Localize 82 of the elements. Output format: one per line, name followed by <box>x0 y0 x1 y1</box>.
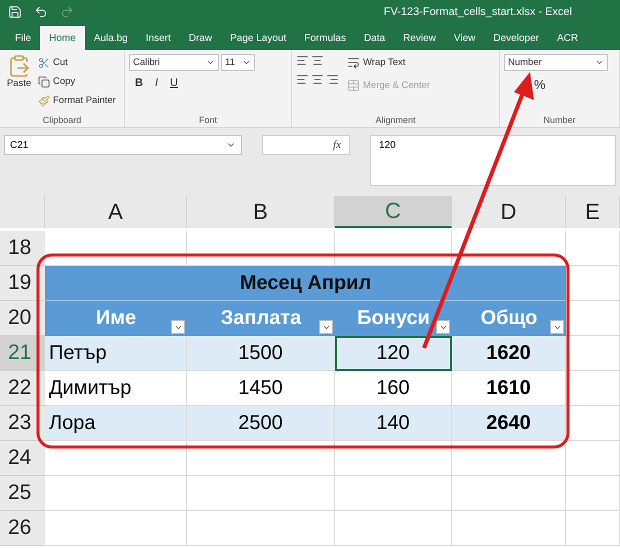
filter-button[interactable] <box>171 320 185 334</box>
row-header[interactable]: 23 <box>0 406 45 441</box>
row-header[interactable]: 19 <box>0 266 45 301</box>
table-cell[interactable]: 160 <box>335 371 452 406</box>
undo-icon <box>34 5 48 19</box>
ribbon-tab[interactable]: Home <box>40 26 85 50</box>
formula-field[interactable]: 120 <box>370 135 616 186</box>
insert-function-button[interactable]: fx <box>333 139 341 151</box>
ribbon-tab[interactable]: Developer <box>484 26 548 50</box>
table-cell[interactable]: 1620 <box>452 336 566 371</box>
number-format-field[interactable]: Number <box>504 54 608 71</box>
dropdown-icon <box>595 58 604 67</box>
ribbon-tab[interactable]: Aula.bg <box>84 26 137 50</box>
ribbon-tab[interactable]: Review <box>394 26 445 50</box>
window-title: FV-123-Format_cells_start.xlsx - Excel <box>384 6 572 18</box>
ribbon-tab[interactable]: Page Layout <box>221 26 296 50</box>
scissors-icon <box>38 56 50 68</box>
group-label: Number <box>542 115 576 125</box>
copy-icon <box>38 76 50 88</box>
format-painter-button[interactable]: Format Painter <box>38 92 116 109</box>
wrap-text-button[interactable]: Wrap Text <box>347 54 430 71</box>
dropdown-icon <box>242 58 251 67</box>
italic-button[interactable]: I <box>154 77 158 89</box>
column-header[interactable]: A <box>45 196 187 228</box>
filter-button[interactable] <box>436 320 450 334</box>
ribbon-tab[interactable]: View <box>444 26 484 50</box>
row-header[interactable]: 25 <box>0 476 45 511</box>
table-cell[interactable]: 1610 <box>452 371 566 406</box>
underline-button[interactable]: U <box>170 77 178 89</box>
font-size-field[interactable]: 11 <box>221 54 255 71</box>
align-center-icon <box>311 73 324 86</box>
table-cell[interactable]: 140 <box>335 406 452 441</box>
filter-button[interactable] <box>319 320 333 334</box>
align-right-icon <box>326 73 339 86</box>
filter-button[interactable] <box>550 320 564 334</box>
row-header[interactable]: 22 <box>0 371 45 406</box>
paste-button[interactable]: Paste <box>4 54 34 115</box>
table-cell[interactable]: 1500 <box>187 336 335 371</box>
table-cell[interactable]: 1450 <box>187 371 335 406</box>
table-title: Месец Април <box>45 266 566 301</box>
table-cell[interactable]: Лора <box>45 406 187 441</box>
redo-icon <box>60 5 74 19</box>
column-header[interactable]: D <box>452 196 566 228</box>
ribbon-tab[interactable]: File <box>6 26 40 50</box>
bold-button[interactable]: B <box>135 77 143 89</box>
table-header: Общо <box>452 301 566 336</box>
copy-button[interactable]: Copy <box>38 73 116 90</box>
group-label: Alignment <box>374 115 417 125</box>
save-icon <box>8 5 22 19</box>
row-header[interactable]: 26 <box>0 511 45 546</box>
table-cell[interactable]: Димитър <box>45 371 187 406</box>
group-label: Font <box>198 115 218 125</box>
paste-icon <box>7 54 31 78</box>
name-box[interactable]: C21 <box>4 135 242 155</box>
align-left-icon <box>296 73 309 86</box>
paintbrush-icon <box>38 94 50 106</box>
row-header[interactable]: 21 <box>0 336 45 371</box>
table-header: Име <box>45 301 187 336</box>
table-cell[interactable]: 2640 <box>452 406 566 441</box>
row-header[interactable]: 20 <box>0 301 45 336</box>
table-cell[interactable]: 120 <box>335 336 452 371</box>
dropdown-icon <box>206 58 215 67</box>
ribbon-tab[interactable]: Formulas <box>295 26 355 50</box>
table-header: Бонуси <box>335 301 452 336</box>
table-cell[interactable]: 2500 <box>187 406 335 441</box>
merge-icon <box>347 79 360 92</box>
group-label: Clipboard <box>42 115 82 125</box>
row-header[interactable]: 18 <box>0 231 45 266</box>
wrap-text-icon <box>347 56 360 69</box>
column-header[interactable]: C <box>335 196 452 228</box>
table-header: Заплата <box>187 301 335 336</box>
cut-button[interactable]: Cut <box>38 54 116 71</box>
ribbon-tab[interactable]: Insert <box>136 26 180 50</box>
ribbon-tab[interactable]: ACR <box>548 26 588 50</box>
ribbon-tab[interactable]: Draw <box>180 26 222 50</box>
column-header[interactable]: B <box>187 196 335 228</box>
percent-button[interactable]: % <box>534 77 546 92</box>
table-cell[interactable]: Петър <box>45 336 187 371</box>
column-header[interactable]: E <box>566 196 620 228</box>
font-name-field[interactable]: Calibri <box>129 54 219 71</box>
row-header[interactable]: 24 <box>0 441 45 476</box>
ribbon-tab[interactable]: Data <box>354 26 394 50</box>
